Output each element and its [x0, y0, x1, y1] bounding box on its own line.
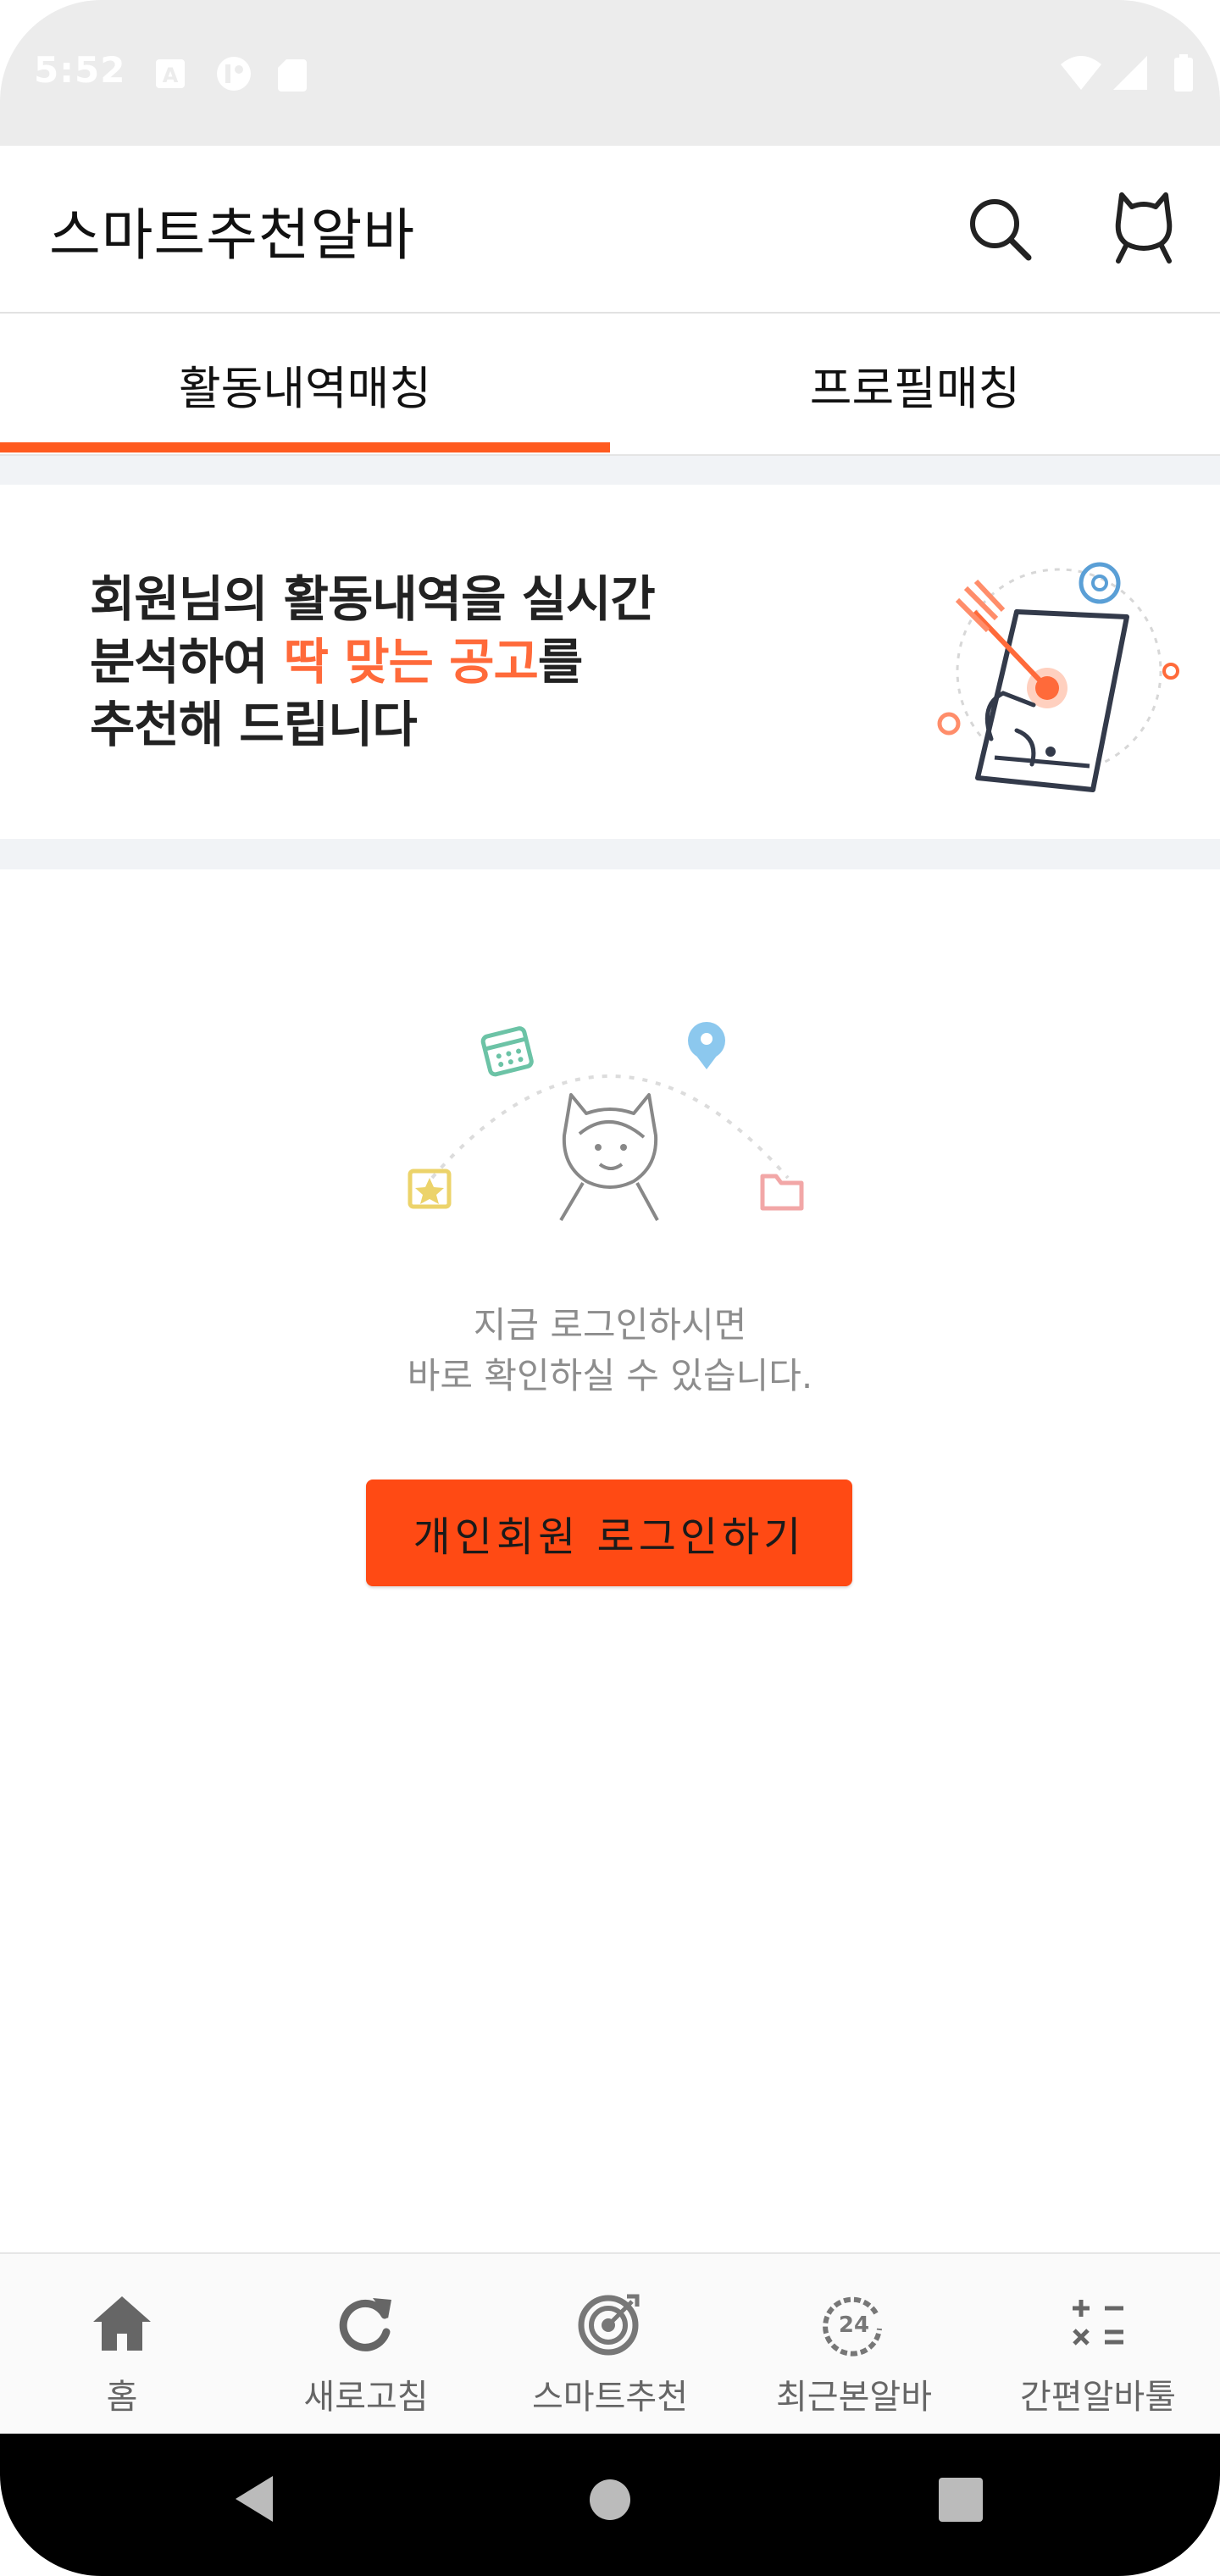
target-icon: [578, 2294, 640, 2356]
tab-activity-matching[interactable]: 활동내역매칭: [0, 314, 610, 454]
divider: [0, 456, 1220, 485]
battery-icon: [1174, 58, 1193, 92]
system-navigation-bar: [0, 2434, 1220, 2576]
phone-target-illustration: [937, 562, 1179, 792]
tab-label: 활동내역매칭: [178, 361, 432, 415]
recent-24-icon: 24: [823, 2296, 882, 2357]
nav-recent-jobs[interactable]: 24 최근본알바: [732, 2254, 976, 2435]
banner-line-2-prefix: 분석하여: [90, 633, 284, 691]
banner-line-1: 회원님의 활동내역을 실시간: [90, 570, 656, 628]
search-icon[interactable]: [966, 195, 1034, 263]
app-bar: 스마트추천알바: [0, 146, 1220, 314]
divider: [0, 839, 1220, 869]
svg-text:A: A: [163, 64, 179, 87]
home-circle-icon[interactable]: [585, 2474, 635, 2525]
banner-line-3: 추천해 드립니다: [90, 696, 418, 753]
status-bar: 5:52 A: [0, 0, 1220, 146]
nav-easy-tools[interactable]: 간편알바툴: [976, 2254, 1220, 2435]
profile-cat-icon[interactable]: [1110, 188, 1178, 264]
login-required-illustration: [408, 1022, 804, 1222]
notification-icons: A: [156, 57, 307, 92]
login-prompt-line-1: 지금 로그인하시면: [473, 1304, 747, 1346]
system-status-icons: [1061, 54, 1193, 92]
refresh-icon: [339, 2298, 391, 2351]
wifi-icon: [1061, 56, 1101, 90]
tab-bar: 활동내역매칭 프로필매칭: [0, 314, 1220, 456]
nav-label: 간편알바툴: [1020, 2378, 1176, 2417]
calculator-icon: [1073, 2300, 1123, 2346]
status-time: 5:52: [34, 49, 126, 91]
nav-refresh[interactable]: 새로고침: [244, 2254, 488, 2435]
nav-label: 최근본알바: [776, 2378, 932, 2417]
login-prompt-line-2: 바로 확인하실 수 있습니다.: [407, 1355, 813, 1396]
tab-indicator: [0, 442, 610, 452]
personal-login-button[interactable]: 개인회원 로그인하기: [366, 1480, 852, 1586]
nav-label: 스마트추천: [532, 2378, 688, 2417]
back-icon[interactable]: [229, 2469, 280, 2529]
bottom-navigation: 홈 새로고침 스마트추천 24 최근본알바 간편알바툴: [0, 2252, 1220, 2435]
recommendation-banner: 회원님의 활동내역을 실시간 분석하여 딱 맞는 공고를 추천해 드립니다: [0, 485, 1220, 839]
tab-label: 프로필매칭: [809, 361, 1021, 415]
home-icon: [93, 2296, 151, 2351]
banner-line-2-suffix: 를: [537, 633, 583, 691]
nav-smart-recommend[interactable]: 스마트추천: [488, 2254, 732, 2435]
signal-icon: [1113, 56, 1147, 90]
tab-profile-matching[interactable]: 프로필매칭: [610, 314, 1220, 454]
banner-highlight: 딱 맞는 공고: [283, 633, 539, 691]
svg-text:24: 24: [839, 2312, 869, 2338]
page-title: 스마트추천알바: [49, 203, 416, 268]
nav-label: 새로고침: [303, 2378, 429, 2417]
nav-label: 홈: [106, 2378, 138, 2417]
nav-home[interactable]: 홈: [0, 2254, 244, 2435]
banner-line-2: 분석하여 딱 맞는 공고를: [90, 622, 583, 693]
recents-icon[interactable]: [937, 2476, 984, 2523]
